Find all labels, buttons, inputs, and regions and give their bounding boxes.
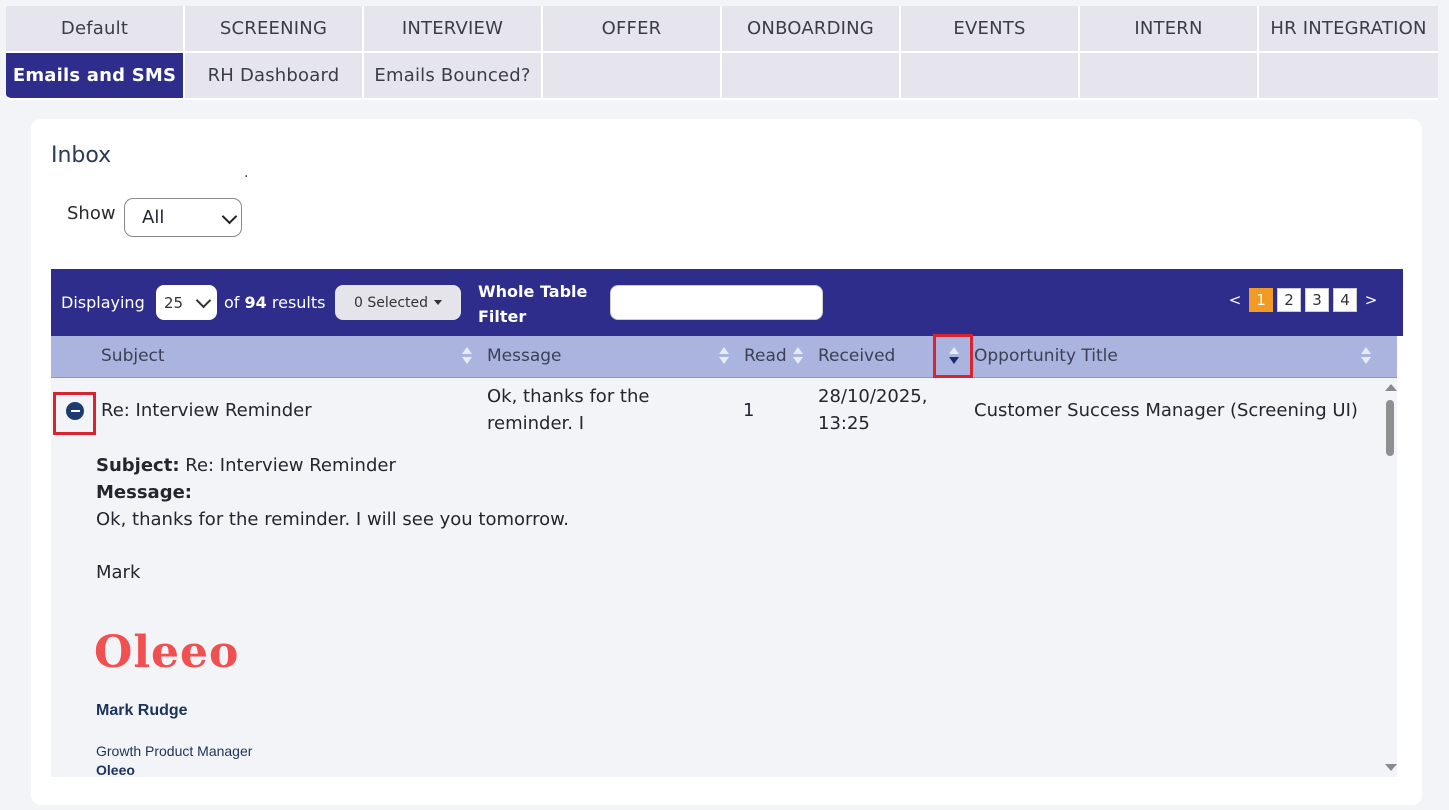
column-header-received[interactable]: Received bbox=[818, 346, 895, 366]
filter-label-line1: Whole Table bbox=[478, 282, 588, 301]
table-header: Subject Message Read Received Opportunit… bbox=[51, 334, 1397, 378]
show-filter-select[interactable]: All bbox=[124, 198, 242, 237]
page-title: Inbox bbox=[51, 143, 112, 168]
signature-company: Oleeo bbox=[96, 762, 135, 777]
sort-subject-icon[interactable] bbox=[462, 347, 472, 365]
sort-message-icon[interactable] bbox=[719, 347, 729, 365]
tab-offer[interactable]: OFFER bbox=[543, 6, 722, 53]
highlight-box bbox=[53, 392, 96, 435]
whole-table-filter-label: Whole Table Filter bbox=[478, 279, 587, 329]
detail-message-label: Message: bbox=[96, 482, 192, 503]
row-received-line2: 13:25 bbox=[818, 413, 870, 434]
displaying-label: Displaying bbox=[61, 293, 145, 312]
page-size-value: 25 bbox=[164, 294, 184, 312]
tab-events[interactable]: EVENTS bbox=[901, 6, 1080, 53]
show-filter-value: All bbox=[142, 207, 165, 228]
tab-empty bbox=[901, 53, 1080, 100]
row-subject[interactable]: Re: Interview Reminder bbox=[101, 397, 312, 424]
row-read: 1 bbox=[743, 400, 755, 421]
tab-emails-and-sms[interactable]: Emails and SMS bbox=[6, 53, 185, 100]
signature-name: Mark Rudge bbox=[96, 702, 188, 719]
prev-page-button[interactable]: < bbox=[1225, 291, 1245, 309]
detail-sign-off: Mark bbox=[96, 562, 141, 583]
chevron-down-icon bbox=[221, 208, 238, 225]
tab-onboarding[interactable]: ONBOARDING bbox=[722, 6, 901, 53]
page-4-button[interactable]: 4 bbox=[1333, 288, 1357, 312]
row-message-line2: reminder. I bbox=[487, 413, 585, 434]
tab-emails-bounced[interactable]: Emails Bounced? bbox=[364, 53, 543, 100]
column-header-subject[interactable]: Subject bbox=[101, 346, 165, 366]
selected-dropdown-button[interactable]: 0 Selected bbox=[335, 285, 461, 320]
caret-down-icon bbox=[434, 300, 443, 305]
sort-opportunity-icon[interactable] bbox=[1361, 347, 1371, 365]
detail-subject: Subject: Re: Interview Reminder bbox=[96, 455, 396, 476]
results-count: of 94 results bbox=[224, 293, 325, 312]
chevron-down-icon bbox=[195, 292, 212, 309]
page-3-button[interactable]: 3 bbox=[1305, 288, 1329, 312]
tab-rh-dashboard[interactable]: RH Dashboard bbox=[185, 53, 364, 100]
inbox-card: Inbox . Show All Displaying 25 of 94 res… bbox=[31, 119, 1422, 805]
detail-subject-value: Re: Interview Reminder bbox=[185, 455, 396, 476]
row-opportunity-title: Customer Success Manager (Screening UI) bbox=[974, 400, 1358, 421]
tab-empty bbox=[722, 53, 901, 100]
page-2-button[interactable]: 2 bbox=[1277, 288, 1301, 312]
row-message: Ok, thanks for the reminder. I bbox=[487, 383, 649, 437]
tab-row-1: Default SCREENING INTERVIEW OFFER ONBOAR… bbox=[6, 6, 1449, 53]
signature-role: Growth Product Manager bbox=[96, 743, 253, 759]
tab-empty bbox=[543, 53, 722, 100]
tab-row-2: Emails and SMS RH Dashboard Emails Bounc… bbox=[6, 53, 1449, 100]
results-label: results bbox=[271, 293, 326, 312]
row-message-line1: Ok, thanks for the bbox=[487, 386, 650, 407]
scroll-up-icon[interactable] bbox=[1385, 384, 1397, 391]
table-toolbar: Displaying 25 of 94 results 0 Selected W… bbox=[51, 269, 1403, 336]
tab-empty bbox=[1259, 53, 1438, 100]
scroll-thumb[interactable] bbox=[1386, 400, 1394, 456]
row-received: 28/10/2025, 13:25 bbox=[818, 383, 927, 437]
tab-hr-integration[interactable]: HR INTEGRATION bbox=[1259, 6, 1438, 53]
tab-screening[interactable]: SCREENING bbox=[185, 6, 364, 53]
whole-table-filter-input[interactable] bbox=[610, 285, 823, 320]
filter-label-line2: Filter bbox=[478, 307, 527, 326]
module-tabs: Default SCREENING INTERVIEW OFFER ONBOAR… bbox=[6, 6, 1449, 100]
dot-marker: . bbox=[244, 165, 249, 181]
oleeo-logo: Oleeo bbox=[94, 627, 240, 678]
tab-default[interactable]: Default bbox=[6, 6, 185, 53]
sort-read-icon[interactable] bbox=[793, 347, 803, 365]
tab-interview[interactable]: INTERVIEW bbox=[364, 6, 543, 53]
page-size-select[interactable]: 25 bbox=[156, 285, 217, 320]
of-label: of bbox=[224, 293, 240, 312]
detail-subject-label: Subject: bbox=[96, 455, 180, 476]
total-count: 94 bbox=[244, 293, 267, 312]
table-body: Re: Interview Reminder Ok, thanks for th… bbox=[51, 378, 1397, 777]
show-label: Show bbox=[67, 203, 116, 224]
highlight-box bbox=[933, 334, 973, 378]
column-header-read[interactable]: Read bbox=[744, 346, 787, 366]
column-header-message[interactable]: Message bbox=[487, 346, 562, 366]
table-scrollbar[interactable] bbox=[1381, 378, 1399, 777]
selected-label: 0 Selected bbox=[353, 294, 429, 311]
pagination: < 1 2 3 4 > bbox=[1225, 288, 1381, 312]
detail-message-body: Ok, thanks for the reminder. I will see … bbox=[96, 509, 569, 530]
scroll-down-icon[interactable] bbox=[1385, 764, 1397, 771]
next-page-button[interactable]: > bbox=[1361, 291, 1381, 309]
page-1-button[interactable]: 1 bbox=[1249, 288, 1273, 312]
row-received-line1: 28/10/2025, bbox=[818, 386, 928, 407]
tab-empty bbox=[1080, 53, 1259, 100]
tab-intern[interactable]: INTERN bbox=[1080, 6, 1259, 53]
column-header-opportunity-title[interactable]: Opportunity Title bbox=[974, 346, 1118, 366]
